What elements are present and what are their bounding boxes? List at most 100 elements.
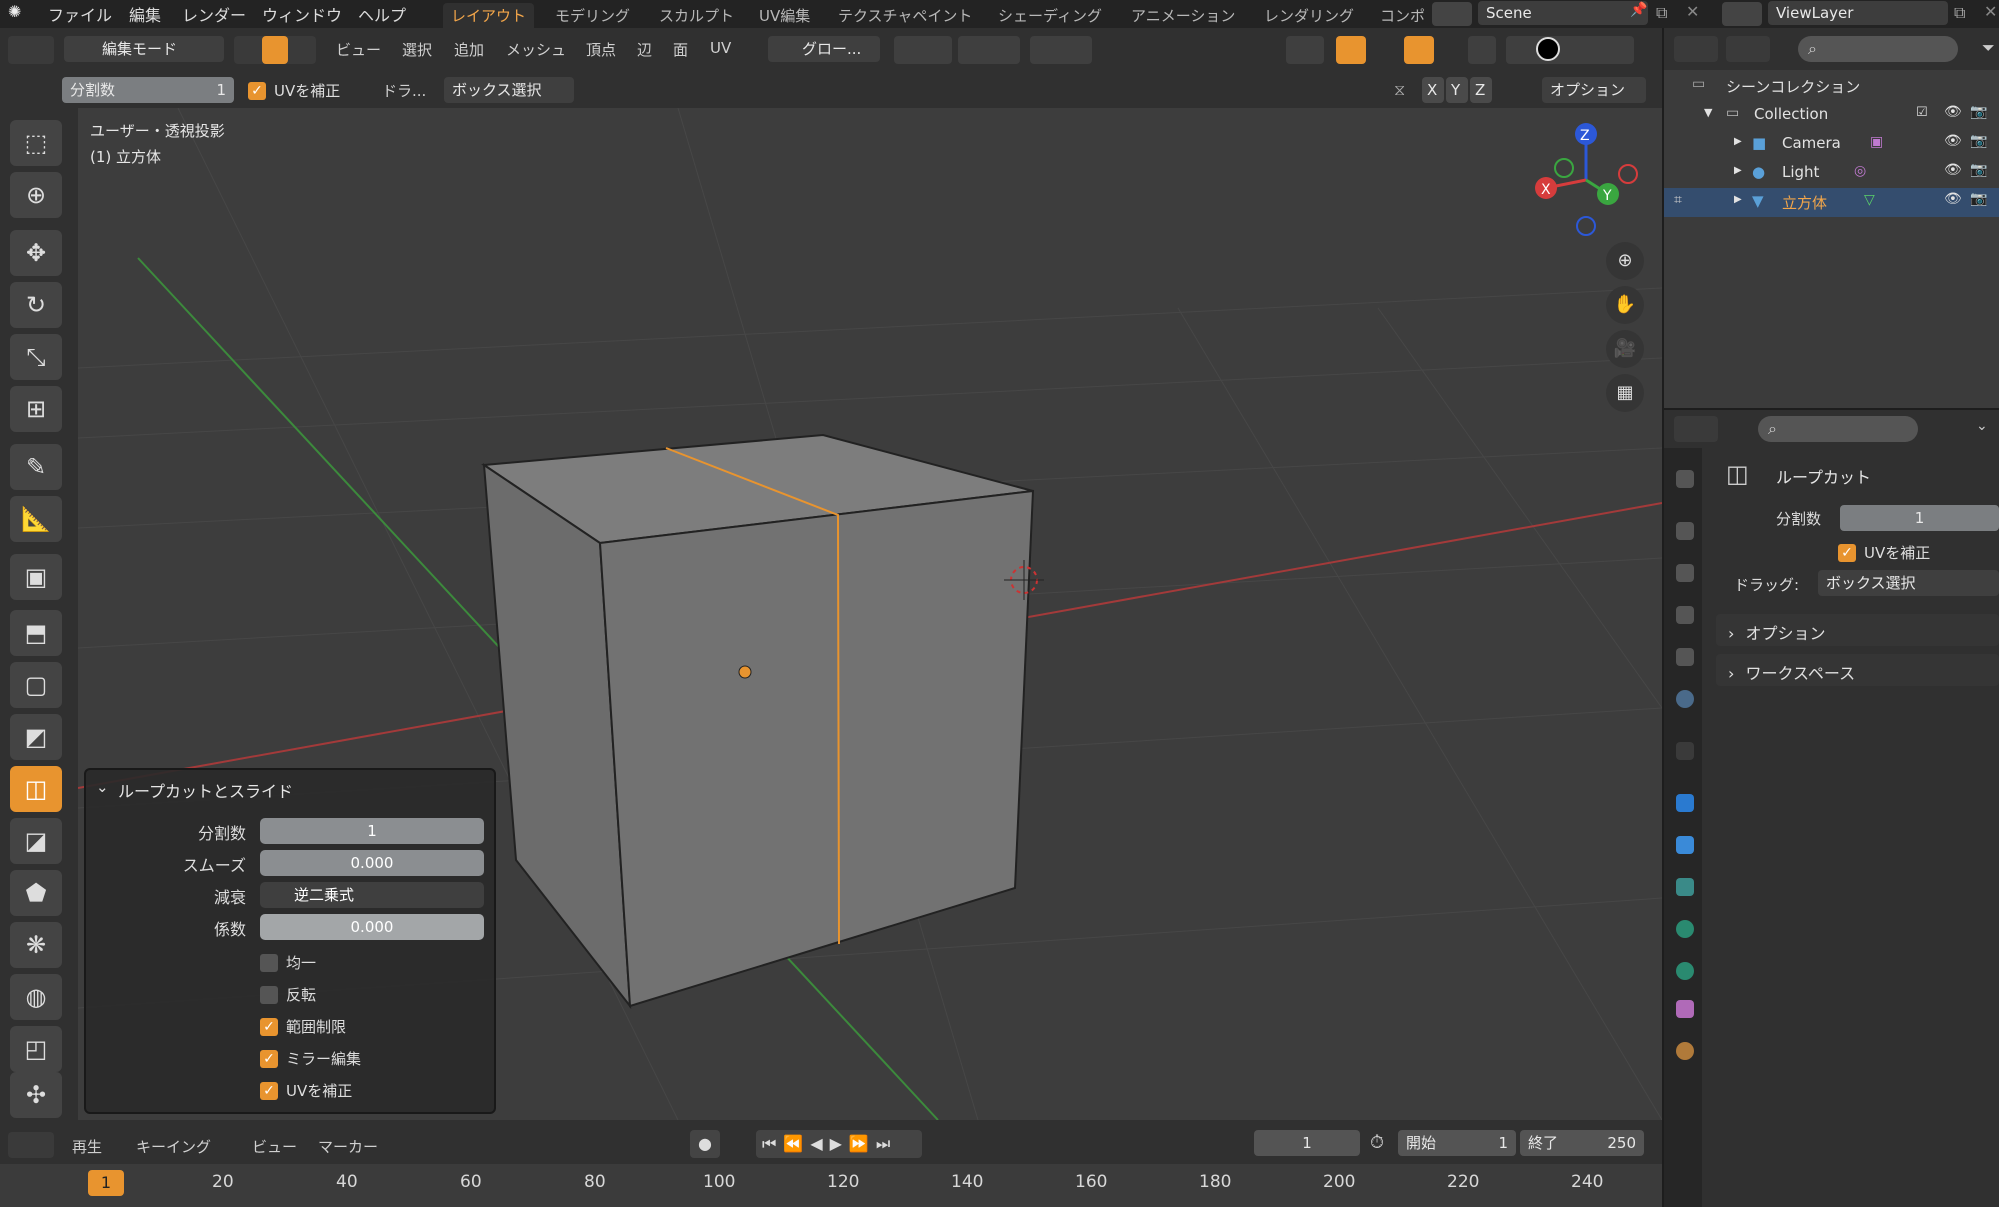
tab-uv-editing[interactable]: UV編集 xyxy=(751,3,818,28)
xray-icon[interactable] xyxy=(1468,36,1496,64)
display-mode-icon[interactable] xyxy=(1726,36,1770,62)
tab-shading[interactable]: シェーディング xyxy=(990,3,1110,28)
viewlayer-name-field[interactable]: ViewLayer xyxy=(1768,1,1948,25)
close-viewlayer-icon[interactable]: ✕ xyxy=(1984,2,1997,21)
filter-icon[interactable]: ⏷ xyxy=(1982,38,1995,58)
eye-icon[interactable]: 👁 xyxy=(1944,191,1962,207)
prop-cuts-field[interactable]: 1 xyxy=(1840,505,1999,531)
menu-playback[interactable]: 再生 xyxy=(72,1136,102,1157)
camera-render-icon[interactable]: 📷 xyxy=(1970,104,1987,120)
properties-editor-type-icon[interactable] xyxy=(1674,416,1718,442)
scene-tab-icon[interactable] xyxy=(1676,648,1694,666)
data-tab-icon[interactable] xyxy=(1676,1000,1694,1018)
inset-icon[interactable]: ▢ xyxy=(10,662,62,708)
loop-cut-icon[interactable]: ◫ xyxy=(10,766,62,812)
menu-edge[interactable]: 辺 xyxy=(637,39,652,60)
checkbox-checked-icon[interactable]: ✓ xyxy=(248,81,266,100)
panel-collapse-icon[interactable]: ⌄ xyxy=(96,778,109,796)
even-toggle[interactable]: 均一 xyxy=(260,952,316,973)
cursor-icon[interactable]: ⊕ xyxy=(10,172,62,218)
object-tab-icon[interactable] xyxy=(1676,794,1694,812)
visibility-icon[interactable] xyxy=(1286,36,1324,64)
edge-slide-icon[interactable]: ◰ xyxy=(10,1026,62,1072)
tab-compositing[interactable]: コンポ xyxy=(1372,3,1424,28)
scene-name-field[interactable]: Scene xyxy=(1478,1,1648,25)
shrink-fatten-icon[interactable]: ✣ xyxy=(10,1072,62,1118)
render-tab-icon[interactable] xyxy=(1676,522,1694,540)
menu-help[interactable]: ヘルプ xyxy=(358,2,406,26)
checkbox-icon[interactable] xyxy=(260,985,278,1004)
camera-render-icon[interactable]: 📷 xyxy=(1970,191,1987,207)
poly-build-icon[interactable]: ⬟ xyxy=(10,870,62,916)
tab-modeling[interactable]: モデリング xyxy=(547,3,638,28)
constraints-tab-icon[interactable] xyxy=(1676,962,1694,980)
start-frame-field[interactable]: 開始 1 xyxy=(1398,1130,1516,1156)
expand-arrow-icon[interactable]: ▶ xyxy=(1734,165,1742,176)
edge-select-icon[interactable] xyxy=(262,36,288,64)
timeline-ruler[interactable]: 1 20 40 60 80 100 120 140 160 180 200 22… xyxy=(0,1164,1662,1207)
prop-drag-dropdown[interactable]: ボックス選択 xyxy=(1818,570,1999,596)
menu-keying[interactable]: キーイング xyxy=(136,1136,211,1157)
extrude-icon[interactable]: ⬒ xyxy=(10,610,62,656)
falloff-dropdown[interactable]: 逆二乗式 xyxy=(260,882,484,908)
perspective-toggle-icon[interactable]: ▦ xyxy=(1606,374,1644,412)
outliner-row-scene-collection[interactable]: ▭ シーンコレクション xyxy=(1664,72,1999,101)
proportional-edit-icon[interactable] xyxy=(1030,36,1092,64)
eye-icon[interactable]: 👁 xyxy=(1944,133,1962,149)
rotate-icon[interactable]: ↻ xyxy=(10,282,62,328)
particles-tab-icon[interactable] xyxy=(1676,878,1694,896)
outliner-row-camera[interactable]: ▶ ■ Camera ▣ 👁 📷 xyxy=(1664,130,1999,159)
options-section-header[interactable]: › オプション xyxy=(1716,614,1999,646)
smooth-number-field[interactable]: 0.000 xyxy=(260,850,484,876)
tab-layout[interactable]: レイアウト xyxy=(443,3,535,28)
outliner-row-light[interactable]: ▶ ● Light ◎ 👁 📷 xyxy=(1664,159,1999,188)
material-tab-icon[interactable] xyxy=(1676,1042,1694,1060)
modifier-tab-icon[interactable] xyxy=(1676,836,1694,854)
menu-view[interactable]: ビュー xyxy=(336,39,381,60)
overlay-icon[interactable] xyxy=(1404,36,1434,64)
solid-shading-icon[interactable] xyxy=(1536,37,1560,61)
transform-icon[interactable]: ⊞ xyxy=(10,386,62,432)
new-scene-icon[interactable]: ⧉ xyxy=(1656,3,1667,23)
menu-render[interactable]: レンダー xyxy=(182,2,246,26)
outliner-row-cube[interactable]: ⌗ ▶ ▼ 立方体 ▽ 👁 📷 xyxy=(1664,188,1999,217)
menu-vertex[interactable]: 頂点 xyxy=(586,39,616,60)
end-frame-field[interactable]: 終了 250 xyxy=(1520,1130,1644,1156)
menu-face[interactable]: 面 xyxy=(673,39,688,60)
mirror-icon[interactable]: ⧖ xyxy=(1394,80,1405,100)
correct-uv-toggle[interactable]: ✓ UVを補正 xyxy=(248,80,340,101)
new-viewlayer-icon[interactable]: ⧉ xyxy=(1954,3,1965,23)
clamp-toggle[interactable]: ✓ 範囲制限 xyxy=(260,1016,346,1037)
scene-browse-icon[interactable] xyxy=(1432,2,1472,26)
camera-render-icon[interactable]: 📷 xyxy=(1970,133,1987,149)
checkbox-checked-icon[interactable]: ✓ xyxy=(1838,543,1856,562)
mode-select[interactable]: 編集モード xyxy=(64,36,224,62)
menu-select[interactable]: 選択 xyxy=(402,39,432,60)
expand-arrow-icon[interactable]: ▶ xyxy=(1734,136,1742,147)
cube-mesh[interactable] xyxy=(481,433,1035,1010)
axis-x-toggle[interactable]: X xyxy=(1422,77,1444,103)
options-dropdown[interactable]: オプション xyxy=(1542,77,1646,103)
correct-uv-panel-toggle[interactable]: ✓ UVを補正 xyxy=(260,1080,352,1101)
current-frame-marker[interactable]: 1 xyxy=(88,1170,124,1196)
expand-arrow-icon[interactable]: ▼ xyxy=(1704,106,1712,119)
world-tab-icon[interactable] xyxy=(1676,690,1694,708)
outliner-row-collection[interactable]: ▼ ▭ Collection ☑ 👁 📷 xyxy=(1664,101,1999,130)
axis-z-toggle[interactable]: Z xyxy=(1470,77,1492,103)
eye-icon[interactable]: 👁 xyxy=(1944,162,1962,178)
scale-icon[interactable]: ⤡ xyxy=(10,334,62,380)
outliner-editor-type-icon[interactable] xyxy=(1674,36,1718,62)
editor-type-icon[interactable] xyxy=(8,36,54,64)
close-icon[interactable]: ✕ xyxy=(1686,2,1699,21)
prop-correct-uv-toggle[interactable]: ✓ UVを補正 xyxy=(1838,542,1930,563)
chevron-down-icon[interactable]: ⌄ xyxy=(1976,418,1988,434)
output-tab-icon[interactable] xyxy=(1676,564,1694,582)
factor-number-field[interactable]: 0.000 xyxy=(260,914,484,940)
pin-icon[interactable]: 📌 xyxy=(1630,2,1647,18)
smooth-icon[interactable]: ◍ xyxy=(10,974,62,1020)
tab-animation[interactable]: アニメーション xyxy=(1123,3,1243,28)
menu-uv[interactable]: UV xyxy=(710,39,731,57)
select-box-icon[interactable]: ⬚ xyxy=(10,120,62,166)
knife-icon[interactable]: ◪ xyxy=(10,818,62,864)
checkbox-checked-icon[interactable]: ✓ xyxy=(260,1049,278,1068)
